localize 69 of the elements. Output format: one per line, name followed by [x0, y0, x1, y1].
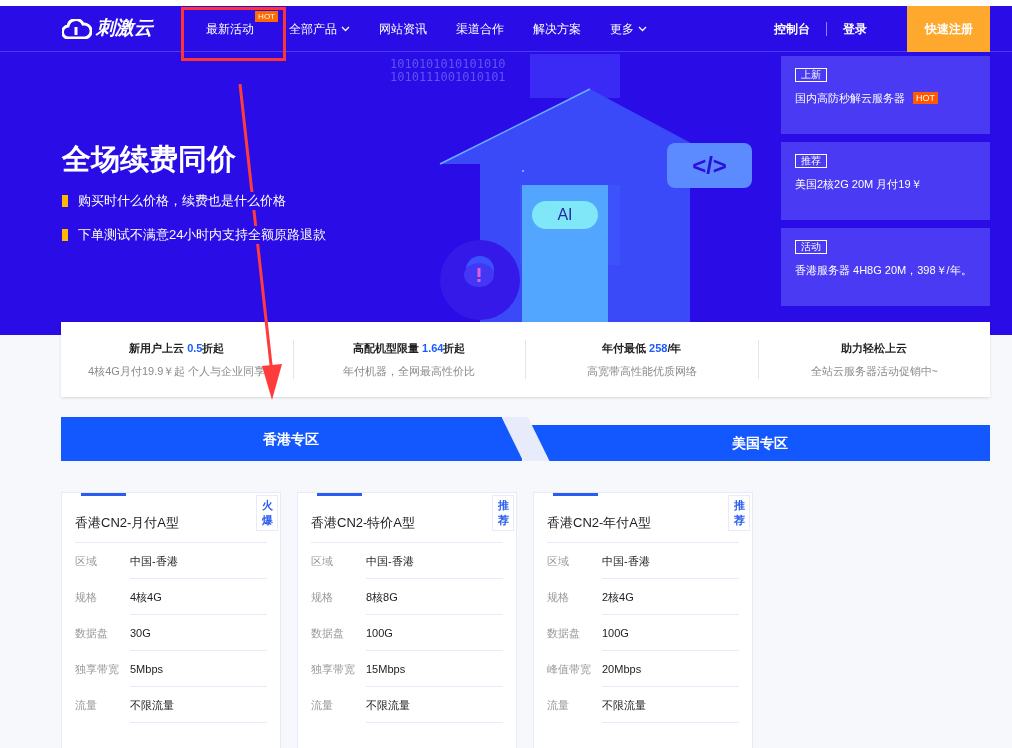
- promo-card[interactable]: 上新 国内高防秒解云服务器 HOT: [781, 56, 990, 134]
- stat-subtitle: 高宽带高性能优质网络: [586, 363, 697, 379]
- spec-label: 区域: [547, 553, 570, 569]
- nav-link[interactable]: 网站资讯: [379, 19, 427, 38]
- promo-tag: 活动: [795, 240, 827, 254]
- nav-link[interactable]: 渠道合作: [456, 19, 504, 38]
- spec-value: 中国-香港: [366, 543, 503, 579]
- spec-value: 15Mbps: [366, 651, 503, 687]
- binary-text: 1010101010101010 1010111001010101: [390, 58, 506, 84]
- spec-value: 100G: [602, 615, 739, 651]
- spec-label: 峰值带宽: [547, 661, 592, 677]
- spec-value: 不限流量: [130, 687, 267, 723]
- hero-title: 全场续费同价: [62, 142, 237, 176]
- promo-card[interactable]: 活动 香港服务器 4H8G 20M，398￥/年。: [781, 228, 990, 306]
- spec-value: 不限流量: [602, 687, 739, 723]
- bullet-marker: [62, 195, 68, 207]
- promo-text: 国内高防秒解云服务器: [795, 91, 905, 106]
- promo-tag: 推荐: [795, 154, 827, 168]
- stat-title: 高配机型限量 1.64折起: [353, 341, 466, 356]
- spec-label: 流量: [311, 697, 334, 713]
- region-tab[interactable]: 香港专区: [61, 417, 522, 461]
- bullet-marker: [62, 229, 68, 241]
- console-link[interactable]: 控制台: [774, 19, 810, 38]
- spec-label: 区域: [75, 553, 98, 569]
- spec-value: 30G: [130, 615, 267, 651]
- spec-value: 4核4G: [130, 579, 267, 615]
- promo-text: 香港服务器 4H8G 20M，398￥/年。: [795, 263, 972, 278]
- stat-title: 助力轻松上云: [841, 341, 908, 356]
- spec-label: 独享带宽: [311, 661, 356, 677]
- spec-label: 数据盘: [75, 625, 109, 641]
- code-monitor: </>: [667, 143, 752, 188]
- spec-label: 独享带宽: [75, 661, 120, 677]
- hero-bullet: 下单测试不满意24小时内支持全额原路退款: [76, 226, 329, 244]
- spec-label: 流量: [547, 697, 570, 713]
- login-link[interactable]: 登录: [843, 19, 867, 38]
- card-accent: [317, 493, 362, 496]
- spec-label: 规格: [311, 589, 334, 605]
- spec-value: 中国-香港: [130, 543, 267, 579]
- stat-title: 年付最低 258/年: [602, 341, 682, 356]
- spec-value: 5Mbps: [130, 651, 267, 687]
- card-accent: [553, 493, 598, 496]
- spec-value: 20Mbps: [602, 651, 739, 687]
- nav-link[interactable]: 解决方案: [533, 19, 581, 38]
- spec-value: 不限流量: [366, 687, 503, 723]
- hero-bullet: 购买时什么价格，续费也是什么价格: [76, 192, 288, 210]
- spec-value: 8核8G: [366, 579, 503, 615]
- warning-icon: [463, 262, 495, 288]
- spec-value: 中国-香港: [602, 543, 739, 579]
- stat-title: 新用户上云 0.5折起: [129, 341, 225, 356]
- hot-badge: HOT: [255, 10, 278, 22]
- nav-link[interactable]: 全部产品: [289, 19, 350, 38]
- promo-text: 美国2核2G 20M 月付19￥: [795, 177, 922, 192]
- spec-label: 数据盘: [311, 625, 345, 641]
- spec-label: 流量: [75, 697, 98, 713]
- cloud-logo-icon: [62, 18, 92, 39]
- spec-label: 数据盘: [547, 625, 581, 641]
- logo[interactable]: 刺激云: [62, 14, 202, 43]
- spec-value: 100G: [366, 615, 503, 651]
- promo-card[interactable]: 推荐 美国2核2G 20M 月付19￥: [781, 142, 990, 220]
- card-accent: [81, 493, 126, 496]
- nav-link[interactable]: 更多: [610, 19, 647, 38]
- spec-label: 规格: [75, 589, 98, 605]
- spec-label: 区域: [311, 553, 334, 569]
- spec-value: 2核4G: [602, 579, 739, 615]
- stat-subtitle: 全站云服务器活动促销中~: [810, 363, 938, 379]
- promo-tag: 上新: [795, 68, 827, 82]
- spec-label: 规格: [547, 589, 570, 605]
- hot-badge: HOT: [913, 92, 938, 105]
- stat-subtitle: 年付机器，全网最高性价比: [343, 363, 476, 379]
